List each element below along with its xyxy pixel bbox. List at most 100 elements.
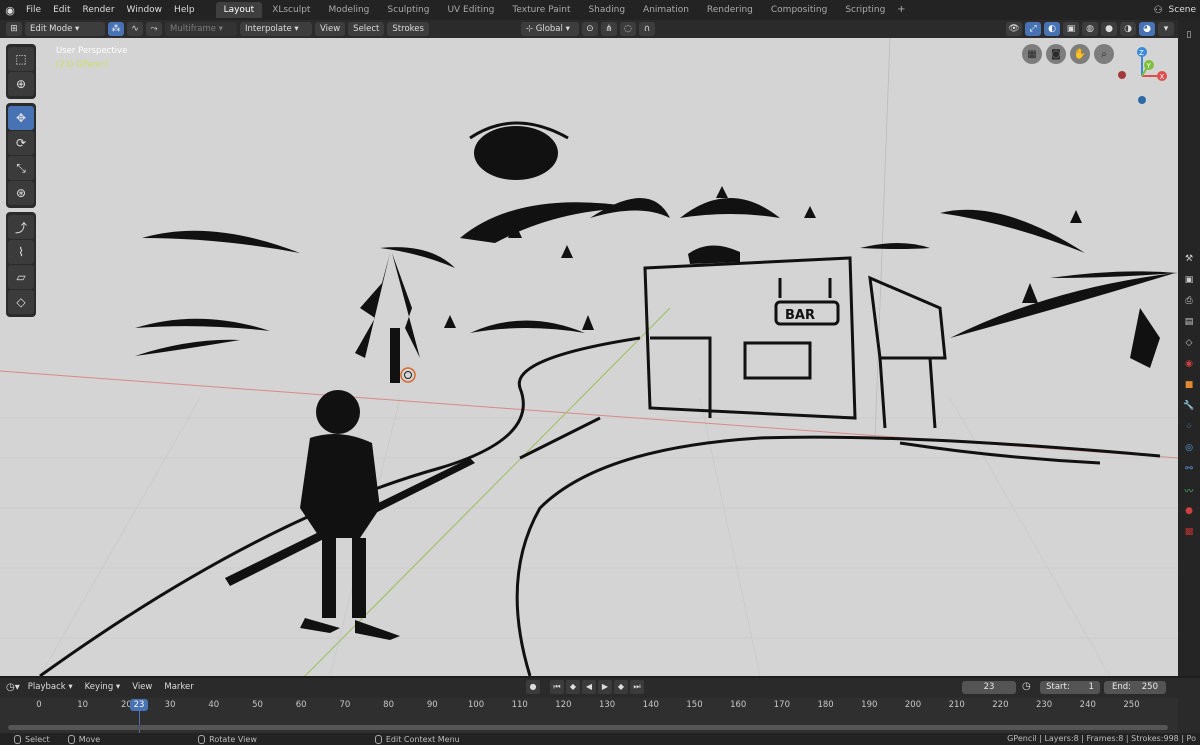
world-properties-icon[interactable]: ◉ bbox=[1180, 355, 1198, 373]
menu-help[interactable]: Help bbox=[168, 0, 201, 20]
neg-x-axis-icon[interactable] bbox=[1118, 71, 1126, 79]
physics-icon[interactable]: ◎ bbox=[1180, 439, 1198, 457]
jump-start-icon[interactable]: ⏮ bbox=[550, 680, 564, 694]
shading-material-icon[interactable]: ◑ bbox=[1120, 22, 1136, 36]
workspace-tab-animation[interactable]: Animation bbox=[635, 2, 697, 18]
select-segment-icon[interactable]: ⤳ bbox=[146, 22, 162, 36]
record-icon[interactable]: ● bbox=[526, 680, 540, 694]
xray-icon[interactable]: ▣ bbox=[1063, 22, 1079, 36]
play-icon[interactable]: ▶ bbox=[598, 680, 612, 694]
gizmo-toggle-icon[interactable]: ⤢ bbox=[1025, 22, 1041, 36]
select-menu[interactable]: Select bbox=[348, 22, 385, 36]
workspace-tab-texture-paint[interactable]: Texture Paint bbox=[504, 2, 578, 18]
object-properties-icon[interactable]: ■ bbox=[1180, 376, 1198, 394]
material-properties-icon[interactable]: ● bbox=[1180, 502, 1198, 520]
shading-solid-icon[interactable]: ● bbox=[1101, 22, 1117, 36]
neg-z-axis-icon[interactable] bbox=[1138, 96, 1146, 104]
shading-options-icon[interactable]: ▾ bbox=[1158, 22, 1174, 36]
outliner-handle-icon[interactable]: ▯ bbox=[1180, 26, 1198, 44]
properties-tab-strip: ▯ ⚒ ▣ ⎙ ▤ ◇ ◉ ■ 🔧 ⁘ ◎ ⚯ 〰 ● ▩ bbox=[1178, 20, 1200, 676]
visibility-icon[interactable]: 👁 bbox=[1006, 22, 1022, 36]
timeline-scrollbar[interactable] bbox=[8, 725, 1168, 730]
clock-icon[interactable]: ◷ bbox=[1022, 681, 1031, 692]
output-properties-icon[interactable]: ⎙ bbox=[1180, 292, 1198, 310]
view-menu[interactable]: View bbox=[315, 22, 346, 36]
jump-keyframe-forward-icon[interactable]: ◆ bbox=[614, 680, 628, 694]
add-workspace-button[interactable]: + bbox=[894, 2, 908, 18]
frame-ruler[interactable]: 0 10 20 30 40 50 60 70 80 90 100 110 120 130 140 150 160… bbox=[0, 698, 1178, 733]
workspace-tab-rendering[interactable]: Rendering bbox=[699, 2, 761, 18]
workspace-tab-compositing[interactable]: Compositing bbox=[763, 2, 835, 18]
multiframe-dropdown[interactable]: Multiframe ▾ bbox=[165, 22, 237, 36]
marker-menu[interactable]: Marker bbox=[160, 680, 197, 694]
data-properties-icon[interactable]: 〰 bbox=[1180, 481, 1198, 499]
select-stroke-icon[interactable]: ∿ bbox=[127, 22, 143, 36]
shading-wireframe-icon[interactable]: ◍ bbox=[1082, 22, 1098, 36]
workspace-tab-shading[interactable]: Shading bbox=[580, 2, 633, 18]
pivot-icon[interactable]: ⊙ bbox=[581, 22, 598, 36]
workspace-tab-modeling[interactable]: Modeling bbox=[320, 2, 377, 18]
overlay-toggle-icon[interactable]: ◐ bbox=[1044, 22, 1060, 36]
current-frame-field[interactable]: 23 bbox=[962, 681, 1016, 694]
render-properties-icon[interactable]: ▣ bbox=[1180, 271, 1198, 289]
editor-type-icon[interactable]: ⊞ bbox=[6, 22, 22, 36]
jump-end-icon[interactable]: ⏭ bbox=[630, 680, 644, 694]
select-points-icon[interactable]: ⁂ bbox=[108, 22, 124, 36]
falloff-icon[interactable]: ∩ bbox=[638, 22, 655, 36]
select-box-tool-icon[interactable]: ⬚ bbox=[8, 47, 34, 71]
play-reverse-icon[interactable]: ◀ bbox=[582, 680, 596, 694]
shading-rendered-icon[interactable]: ◕ bbox=[1139, 22, 1155, 36]
start-value: 1 bbox=[1088, 682, 1094, 692]
scene-selector[interactable]: ⚇ Scene bbox=[1154, 0, 1196, 20]
status-rotate: Rotate View bbox=[198, 734, 257, 744]
shear-tool-icon[interactable]: ▱ bbox=[8, 265, 34, 289]
move-tool-icon[interactable]: ✥ bbox=[8, 106, 34, 130]
transform-tool-icon[interactable]: ⊛ bbox=[8, 181, 34, 205]
rotate-tool-icon[interactable]: ⟳ bbox=[8, 131, 34, 155]
particles-icon[interactable]: ⁘ bbox=[1180, 418, 1198, 436]
view-layer-icon[interactable]: ▤ bbox=[1180, 313, 1198, 331]
playback-menu[interactable]: Playback ▾ bbox=[24, 680, 77, 694]
constraints-icon[interactable]: ⚯ bbox=[1180, 460, 1198, 478]
menu-render[interactable]: Render bbox=[77, 0, 121, 20]
start-frame-field[interactable]: Start: 1 bbox=[1040, 681, 1100, 694]
3d-viewport[interactable]: BAR User Perspective (23) GPencil ⬚ ⊕ ✥ … bbox=[0, 38, 1178, 676]
cursor-tool-icon[interactable]: ⊕ bbox=[8, 72, 34, 96]
grid-view-icon[interactable]: ▦ bbox=[1022, 44, 1042, 64]
workspace-tab-layout[interactable]: Layout bbox=[215, 2, 263, 18]
menu-window[interactable]: Window bbox=[121, 0, 169, 20]
interpolate-dropdown[interactable]: Interpolate ▾ bbox=[240, 22, 312, 36]
bend-tool-icon[interactable]: ⌇ bbox=[8, 240, 34, 264]
mode-dropdown[interactable]: Edit Mode ▾ bbox=[25, 22, 105, 36]
end-frame-field[interactable]: End: 250 bbox=[1104, 681, 1166, 694]
x-axis-label: X bbox=[1160, 73, 1165, 81]
scene-properties-icon[interactable]: ◇ bbox=[1180, 334, 1198, 352]
to-sphere-tool-icon[interactable]: ◇ bbox=[8, 290, 34, 314]
scale-tool-icon[interactable]: ⤡ bbox=[8, 156, 34, 180]
axis-gizmo[interactable]: Z Y X bbox=[1112, 42, 1172, 106]
blender-logo-icon[interactable]: ◉ bbox=[0, 0, 20, 20]
extrude-tool-icon[interactable]: ⤴ bbox=[8, 215, 34, 239]
keying-menu[interactable]: Keying ▾ bbox=[81, 680, 125, 694]
playhead-frame-badge[interactable]: 23 bbox=[130, 699, 148, 711]
jump-keyframe-back-icon[interactable]: ◆ bbox=[566, 680, 580, 694]
end-value: 250 bbox=[1141, 682, 1158, 692]
workspace-tab-uv-editing[interactable]: UV Editing bbox=[439, 2, 502, 18]
modifier-properties-icon[interactable]: 🔧 bbox=[1180, 397, 1198, 415]
pan-hand-icon[interactable]: ✋ bbox=[1070, 44, 1090, 64]
workspace-tab-sculpting[interactable]: Sculpting bbox=[379, 2, 437, 18]
workspace-tab-scripting[interactable]: Scripting bbox=[837, 2, 893, 18]
proportional-icon[interactable]: ◌ bbox=[619, 22, 636, 36]
zoom-icon[interactable]: ⌕ bbox=[1094, 44, 1114, 64]
camera-view-icon[interactable]: ◙ bbox=[1046, 44, 1066, 64]
workspace-tab-xlsculpt[interactable]: XLsculpt bbox=[264, 2, 318, 18]
menu-edit[interactable]: Edit bbox=[47, 0, 76, 20]
snap-icon[interactable]: ⋔ bbox=[600, 22, 617, 36]
texture-properties-icon[interactable]: ▩ bbox=[1180, 523, 1198, 541]
view-menu-timeline[interactable]: View bbox=[128, 680, 156, 694]
orientation-dropdown[interactable]: ⊹ Global ▾ bbox=[520, 22, 579, 36]
menu-file[interactable]: File bbox=[20, 0, 47, 20]
tool-properties-icon[interactable]: ⚒ bbox=[1180, 250, 1198, 268]
timeline-editor-icon[interactable]: ◷▾ bbox=[6, 682, 20, 693]
strokes-menu[interactable]: Strokes bbox=[387, 22, 429, 36]
